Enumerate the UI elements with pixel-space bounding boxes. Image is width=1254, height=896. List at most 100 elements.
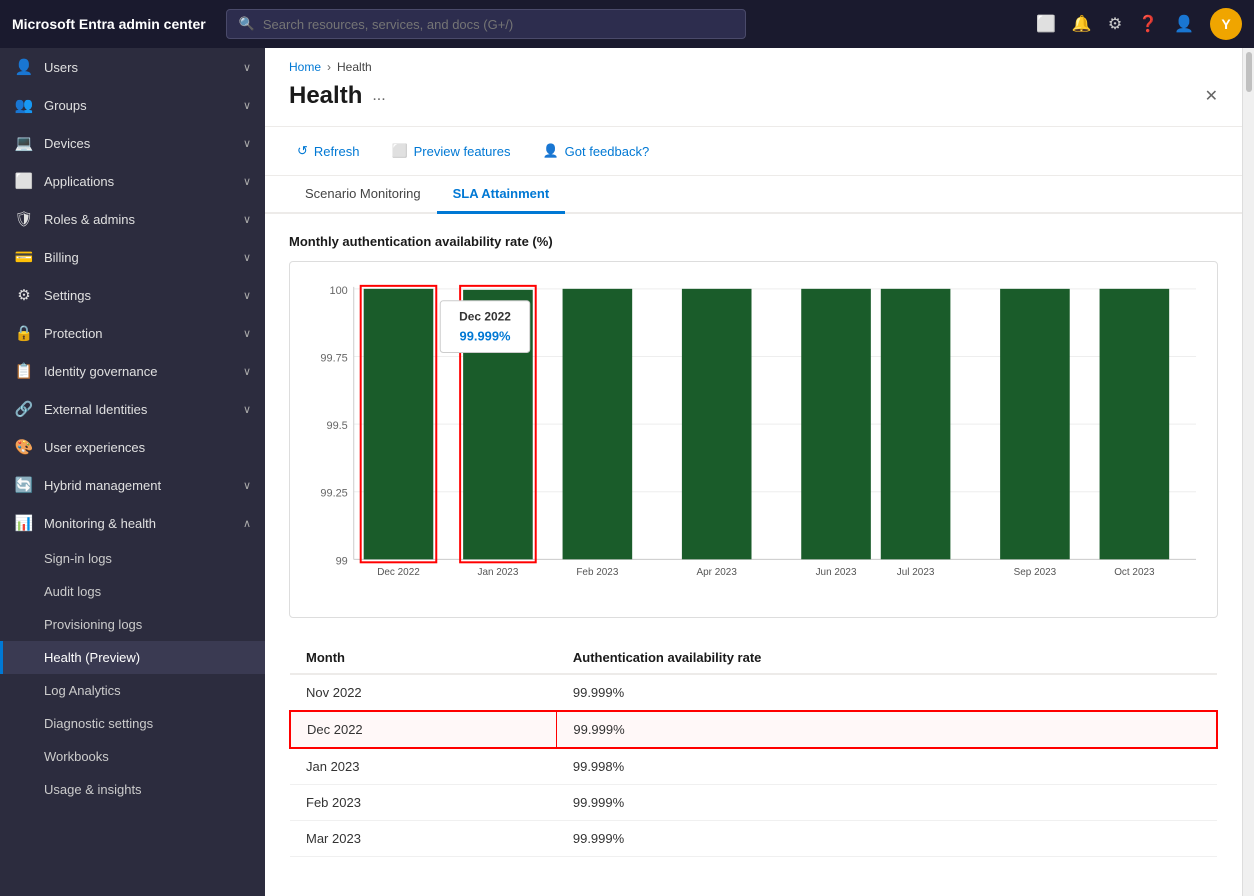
- notifications-icon[interactable]: 🔔: [1072, 14, 1092, 34]
- devices-icon: 💻: [14, 134, 34, 152]
- svg-text:Dec 2022: Dec 2022: [377, 567, 420, 578]
- availability-table: Month Authentication availability rate N…: [289, 642, 1218, 857]
- page-title: Health: [289, 82, 362, 110]
- svg-text:99.5: 99.5: [327, 420, 348, 432]
- breadcrumb-home[interactable]: Home: [289, 60, 321, 74]
- sidebar-subitem-sign-in-logs[interactable]: Sign-in logs: [0, 542, 265, 575]
- chevron-up-icon: ∧: [243, 517, 251, 530]
- sidebar-item-protection[interactable]: 🔒 Protection ∨: [0, 314, 265, 352]
- table-row: Feb 2023 99.999%: [290, 785, 1217, 821]
- sidebar-subitem-usage-insights[interactable]: Usage & insights: [0, 773, 265, 806]
- sidebar-item-external[interactable]: 🔗 External Identities ∨: [0, 390, 265, 428]
- sidebar-item-devices[interactable]: 💻 Devices ∨: [0, 124, 265, 162]
- avatar[interactable]: Y: [1210, 8, 1242, 40]
- svg-text:Apr 2023: Apr 2023: [697, 567, 738, 578]
- more-button[interactable]: ...: [372, 87, 385, 105]
- refresh-label: Refresh: [314, 144, 360, 159]
- scrollbar-thumb[interactable]: [1246, 52, 1252, 92]
- sidebar-label-applications: Applications: [44, 174, 233, 189]
- sidebar-subitem-audit-logs[interactable]: Audit logs: [0, 575, 265, 608]
- tab-bar: Scenario Monitoring SLA Attainment: [265, 176, 1242, 214]
- preview-icon: ⬜: [391, 143, 407, 159]
- sidebar-subitem-log-analytics[interactable]: Log Analytics: [0, 674, 265, 707]
- sidebar-label-users: Users: [44, 60, 233, 75]
- feedback-button[interactable]: 👤 Got feedback?: [534, 139, 657, 163]
- sidebar: 👤 Users ∨ 👥 Groups ∨ 💻 Devices ∨ ⬜ Appli…: [0, 48, 265, 896]
- tab-scenario-monitoring[interactable]: Scenario Monitoring: [289, 176, 437, 214]
- settings-icon[interactable]: ⚙: [1108, 14, 1122, 34]
- identity-gov-icon: 📋: [14, 362, 34, 380]
- sidebar-subitem-workbooks[interactable]: Workbooks: [0, 740, 265, 773]
- row-month: Dec 2022: [290, 711, 557, 748]
- chevron-down-icon: ∨: [243, 137, 251, 150]
- sidebar-subitem-health-preview[interactable]: Health (Preview): [0, 641, 265, 674]
- svg-text:Oct 2023: Oct 2023: [1114, 567, 1155, 578]
- toolbar: ↺ Refresh ⬜ Preview features 👤 Got feedb…: [265, 127, 1242, 176]
- row-rate: 99.999%: [557, 821, 1217, 857]
- bar-feb2023[interactable]: [563, 289, 633, 559]
- chevron-down-icon: ∨: [243, 213, 251, 226]
- bar-jul2023[interactable]: [881, 289, 951, 559]
- bar-dec2022[interactable]: [364, 289, 434, 559]
- sidebar-sublabel-provisioning-logs: Provisioning logs: [44, 617, 142, 632]
- bar-oct2023[interactable]: [1100, 289, 1170, 559]
- billing-icon: 💳: [14, 248, 34, 266]
- sidebar-label-user-exp: User experiences: [44, 440, 251, 455]
- col-month: Month: [290, 642, 557, 674]
- search-input[interactable]: [263, 17, 733, 32]
- bar-sep2023[interactable]: [1000, 289, 1070, 559]
- svg-text:Jul 2023: Jul 2023: [897, 567, 935, 578]
- sidebar-item-hybrid[interactable]: 🔄 Hybrid management ∨: [0, 466, 265, 504]
- chevron-down-icon: ∨: [243, 99, 251, 112]
- sidebar-label-settings: Settings: [44, 288, 233, 303]
- svg-text:Jun 2023: Jun 2023: [816, 567, 857, 578]
- hybrid-icon: 🔄: [14, 476, 34, 494]
- scrollbar-track[interactable]: [1242, 48, 1254, 896]
- tab-sla-attainment[interactable]: SLA Attainment: [437, 176, 566, 214]
- sidebar-label-billing: Billing: [44, 250, 233, 265]
- sidebar-label-external: External Identities: [44, 402, 233, 417]
- search-bar[interactable]: 🔍: [226, 9, 746, 39]
- chart-container: 100 99.75 99.5 99.25 99: [289, 261, 1218, 618]
- row-month: Nov 2022: [290, 674, 557, 711]
- roles-icon: 🛡: [14, 210, 34, 228]
- app-title: Microsoft Entra admin center: [12, 16, 206, 32]
- svg-text:99.25: 99.25: [320, 488, 347, 500]
- sidebar-item-roles[interactable]: 🛡 Roles & admins ∨: [0, 200, 265, 238]
- breadcrumb-separator: ›: [327, 60, 331, 74]
- help-icon[interactable]: ❓: [1138, 14, 1158, 34]
- sidebar-sublabel-workbooks: Workbooks: [44, 749, 109, 764]
- external-icon: 🔗: [14, 400, 34, 418]
- bar-jun2023[interactable]: [801, 289, 871, 559]
- sidebar-item-users[interactable]: 👤 Users ∨: [0, 48, 265, 86]
- sidebar-label-monitoring: Monitoring & health: [44, 516, 233, 531]
- chevron-down-icon: ∨: [243, 403, 251, 416]
- content-area: Monthly authentication availability rate…: [265, 214, 1242, 896]
- sidebar-item-monitoring[interactable]: 📊 Monitoring & health ∧: [0, 504, 265, 542]
- top-navigation: Microsoft Entra admin center 🔍 ⬜ 🔔 ⚙ ❓ 👤…: [0, 0, 1254, 48]
- sidebar-item-settings[interactable]: ⚙ Settings ∨: [0, 276, 265, 314]
- feedback-icon[interactable]: ⬜: [1036, 14, 1056, 34]
- sidebar-label-hybrid: Hybrid management: [44, 478, 233, 493]
- search-icon: 🔍: [239, 16, 255, 32]
- sidebar-label-roles: Roles & admins: [44, 212, 233, 227]
- chevron-down-icon: ∨: [243, 289, 251, 302]
- people-icon[interactable]: 👤: [1174, 14, 1194, 34]
- sidebar-item-user-exp[interactable]: 🎨 User experiences: [0, 428, 265, 466]
- preview-features-button[interactable]: ⬜ Preview features: [383, 139, 518, 163]
- sidebar-subitem-diagnostic-settings[interactable]: Diagnostic settings: [0, 707, 265, 740]
- settings-nav-icon: ⚙: [14, 286, 34, 304]
- chevron-down-icon: ∨: [243, 61, 251, 74]
- row-rate: 99.998%: [557, 748, 1217, 785]
- refresh-button[interactable]: ↺ Refresh: [289, 139, 367, 163]
- feedback-label: Got feedback?: [565, 144, 650, 159]
- sidebar-item-groups[interactable]: 👥 Groups ∨: [0, 86, 265, 124]
- sidebar-subitem-provisioning-logs[interactable]: Provisioning logs: [0, 608, 265, 641]
- sidebar-item-applications[interactable]: ⬜ Applications ∨: [0, 162, 265, 200]
- sidebar-item-billing[interactable]: 💳 Billing ∨: [0, 238, 265, 276]
- user-exp-icon: 🎨: [14, 438, 34, 456]
- bar-apr2023[interactable]: [682, 289, 752, 559]
- close-button[interactable]: ✕: [1205, 86, 1218, 106]
- sidebar-item-identity-gov[interactable]: 📋 Identity governance ∨: [0, 352, 265, 390]
- sidebar-label-protection: Protection: [44, 326, 233, 341]
